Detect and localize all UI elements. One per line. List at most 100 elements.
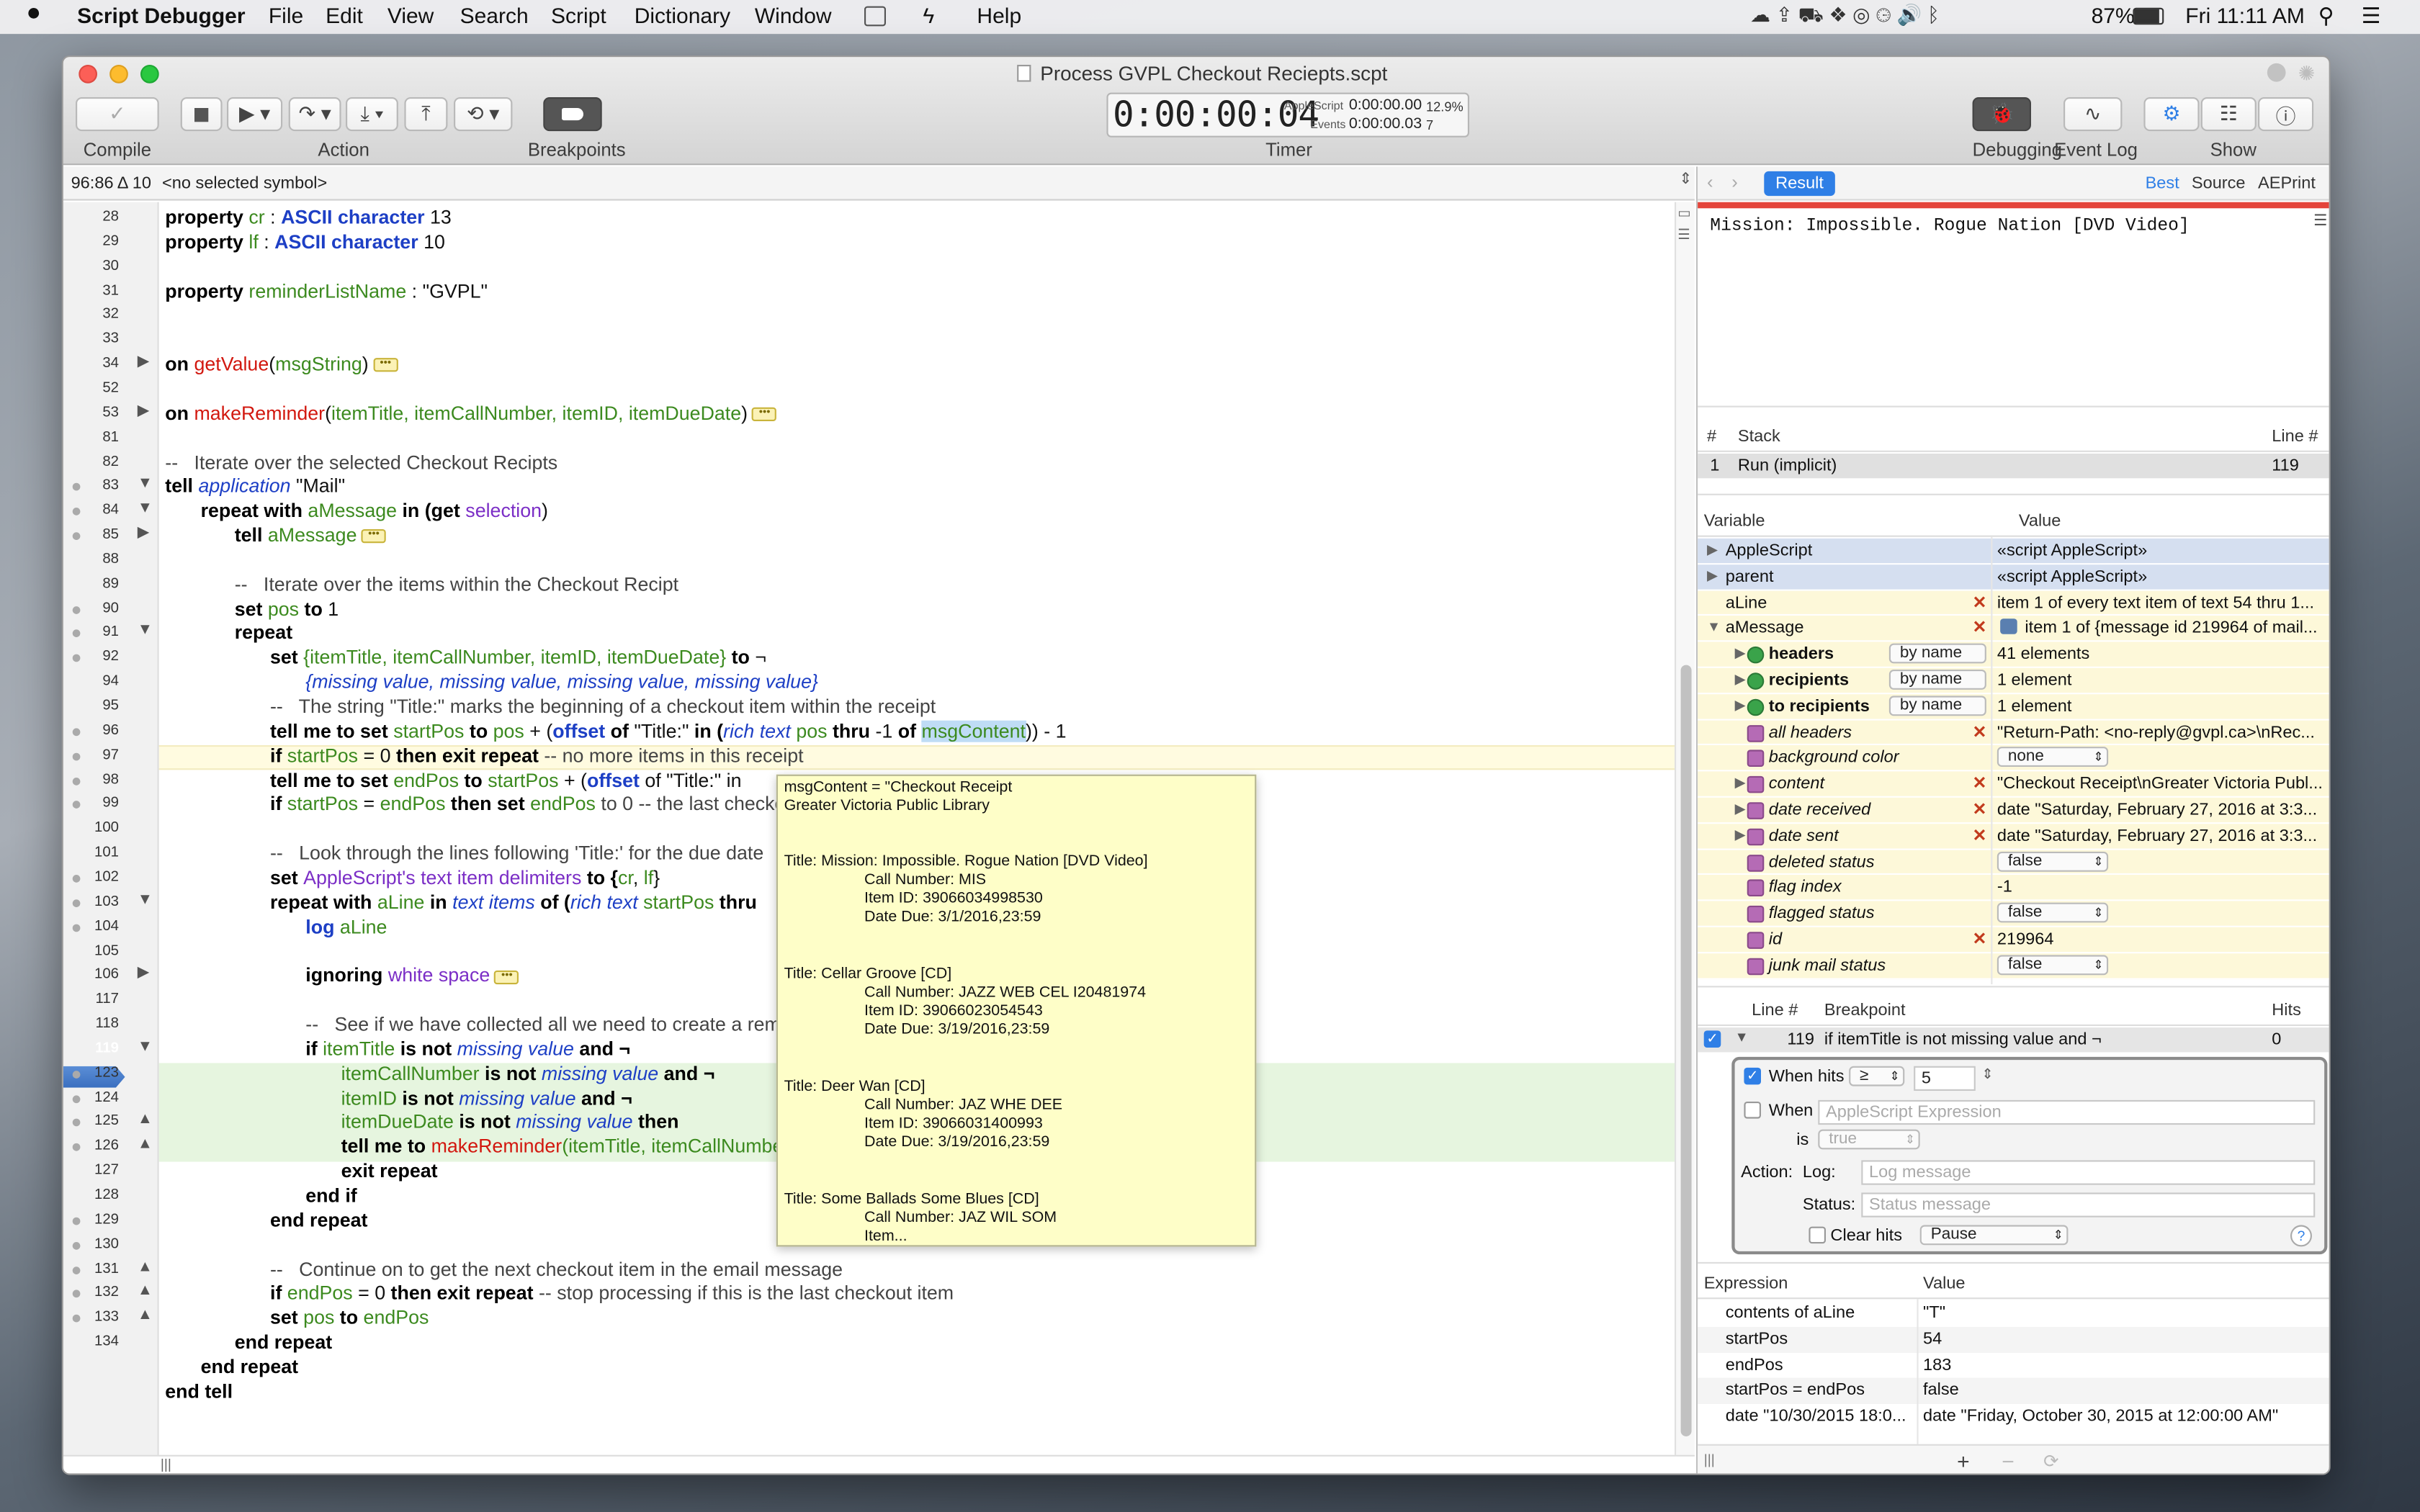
remove-watch-icon[interactable]: ✕ [1973, 825, 1987, 845]
status-message-field[interactable]: Status message [1861, 1192, 2316, 1218]
show-debugger-button[interactable]: ⚙ [2143, 97, 2200, 132]
menu-help[interactable]: Help [977, 3, 1021, 27]
best-tab[interactable]: Best [2146, 174, 2179, 193]
line-number[interactable]: 117 [69, 991, 119, 1008]
disclosure-down-icon[interactable]: ▼ [1735, 1029, 1749, 1044]
stop-button[interactable] [180, 97, 223, 132]
script-menu-icon[interactable] [864, 6, 886, 27]
disclosure-down-icon[interactable]: ▼ [138, 623, 153, 640]
line-number[interactable]: 30 [69, 257, 119, 274]
code-line[interactable]: -- Iterate over the selected Checkout Re… [165, 451, 557, 474]
hits-count-field[interactable]: 5 [1914, 1066, 1976, 1091]
disclosure-up-icon[interactable]: ▲ [138, 1112, 153, 1129]
code-line[interactable]: if endPos = 0 then exit repeat -- stop p… [270, 1283, 954, 1306]
code-line[interactable]: ignoring white space ••• [305, 965, 520, 988]
disclosure-up-icon[interactable]: ▲ [138, 1136, 153, 1153]
line-number[interactable]: 105 [69, 942, 119, 959]
value-select[interactable]: none ⇕ [1996, 747, 2109, 768]
menu-search[interactable]: Search [460, 3, 529, 27]
breakpoint-dot[interactable] [72, 728, 81, 736]
menu-edit[interactable]: Edit [326, 3, 363, 27]
step-into-button[interactable]: ⤓ ▾ [346, 97, 398, 132]
event-log-button[interactable]: ∿ [2063, 97, 2123, 132]
bottom-split-icon[interactable]: ||| [161, 1457, 171, 1472]
code-line[interactable]: log aLine [305, 916, 387, 939]
close-window-button[interactable] [79, 65, 97, 84]
value-select[interactable]: false ⇕ [1996, 902, 2109, 923]
access-mode-select[interactable]: by name [1888, 643, 1986, 664]
scrollbar-thumb[interactable] [1680, 665, 1692, 1436]
disclosure-down-icon[interactable]: ▼ [1707, 619, 1721, 634]
code-line[interactable]: if itemTitle is not missing value and ¬ [305, 1038, 630, 1061]
remove-expression-icon[interactable]: − [2002, 1449, 2015, 1473]
pause-indicator-icon[interactable] [2267, 63, 2286, 82]
compile-button[interactable]: ✓ [76, 97, 159, 132]
line-number-gutter[interactable]: 28 29 30 31 32 33 34 ▶ 52 53 ▶ 81 82 83 ▼ 84 ▼ 85 ▶ 88 89 90 9… [63, 202, 159, 1455]
line-number[interactable]: 33 [69, 330, 119, 348]
line-number[interactable]: 128 [69, 1187, 119, 1204]
code-line[interactable]: property cr : ASCII character 13 [165, 207, 452, 230]
clear-hits-checkbox[interactable] [1809, 1226, 1826, 1244]
code-line[interactable]: exit repeat [341, 1161, 438, 1184]
variable-row[interactable]: ▼ aMessage ✕ item 1 of {message id 219964 o… [1698, 616, 2329, 642]
breakpoint-dot[interactable] [72, 899, 81, 907]
expression-text[interactable]: startPos = endPos [1726, 1382, 1865, 1400]
battery-percent[interactable]: 87% [2092, 3, 2135, 27]
variable-row[interactable]: junk mail status false ⇕ [1698, 953, 2329, 979]
source-tab[interactable]: Source [2192, 174, 2246, 193]
current-line-number[interactable]: 119 [69, 1040, 119, 1057]
variable-row[interactable]: ▶ recipients by name 1 element [1698, 667, 2329, 694]
disclosure-up-icon[interactable]: ▲ [138, 1308, 153, 1325]
variable-row[interactable]: aLine ✕ item 1 of every text item of text … [1698, 590, 2329, 616]
variable-row[interactable]: deleted status false ⇕ [1698, 849, 2329, 876]
log-message-field[interactable]: Log message [1861, 1160, 2316, 1185]
disclosure-down-icon[interactable]: ▼ [138, 1038, 153, 1056]
breakpoint-dot[interactable] [72, 874, 81, 883]
pane-divider[interactable] [1698, 493, 2329, 495]
disclosure-down-icon[interactable]: ▼ [138, 891, 153, 909]
code-line[interactable]: tell me to set endPos to startPos + (off… [270, 769, 742, 792]
code-line[interactable]: -- Look through the lines following 'Tit… [270, 842, 763, 865]
aeprint-tab[interactable]: AEPrint [2258, 174, 2316, 193]
code-line[interactable]: itemID is not missing value and ¬ [341, 1087, 632, 1110]
disclosure-right-icon[interactable]: ▶ [1735, 645, 1746, 662]
back-icon[interactable]: ‹ [1707, 171, 1713, 193]
result-menu-icon[interactable]: ☰ [2313, 213, 2327, 230]
spotlight-icon[interactable]: ⚲ [2318, 3, 2334, 29]
variable-row[interactable]: ▶ date sent ✕ date "Saturday, February 27, … [1698, 823, 2329, 850]
code-line[interactable]: itemCallNumber is not missing value and … [341, 1063, 715, 1086]
remove-watch-icon[interactable]: ✕ [1973, 799, 1987, 819]
code-line[interactable]: set {itemTitle, itemCallNumber, itemID, … [270, 647, 766, 670]
expression-row[interactable]: endPos 183 [1698, 1352, 2329, 1379]
apple-icon[interactable]: ● [26, 0, 41, 28]
pane-divider[interactable] [1698, 986, 2329, 988]
breakpoint-dot[interactable] [72, 752, 81, 760]
disclosure-right-icon[interactable]: ▶ [1735, 775, 1746, 792]
line-number[interactable]: 31 [69, 282, 119, 299]
breakpoint-dot[interactable] [72, 1070, 81, 1079]
step-over-button[interactable]: ↷ ▾ [288, 97, 341, 132]
notification-center-icon[interactable]: ☰ [2362, 3, 2381, 29]
expression-row[interactable]: date "10/30/2015 18:0... date "Friday, Oc… [1698, 1404, 2329, 1431]
disclosure-down-icon[interactable]: ▼ [138, 476, 153, 493]
pause-select[interactable]: Pause ⇕ [1919, 1225, 2069, 1246]
remove-watch-icon[interactable]: ✕ [1973, 618, 1987, 638]
variable-row[interactable]: all headers ✕ "Return-Path: <no-reply@gvpl… [1698, 719, 2329, 746]
list-icon[interactable]: ☰ [1677, 227, 1690, 244]
menu-script[interactable]: Script [551, 3, 606, 27]
line-number[interactable]: 127 [69, 1162, 119, 1179]
editor-scrollbar[interactable]: ▭ ☰ [1675, 202, 1695, 1455]
menu-clock[interactable]: Fri 11:11 AM [2185, 3, 2305, 27]
menu-view[interactable]: View [387, 3, 434, 27]
code-line[interactable]: property lf : ASCII character 10 [165, 231, 445, 254]
disclosure-up-icon[interactable]: ▲ [138, 1259, 153, 1276]
variable-row[interactable]: ▶ to recipients by name 1 element [1698, 693, 2329, 720]
breakpoint-dot[interactable] [72, 1241, 81, 1250]
split-view-icon[interactable]: ▭ [1677, 205, 1690, 222]
variable-row[interactable]: ▶ content ✕ "Checkout Receipt\nGreater Vict… [1698, 771, 2329, 798]
result-tab[interactable]: Result [1764, 171, 1835, 197]
breakpoint-dot[interactable] [72, 532, 81, 541]
code-line[interactable]: -- Iterate over the items within the Che… [235, 574, 678, 597]
remove-watch-icon[interactable]: ✕ [1973, 592, 1987, 612]
line-number[interactable]: 101 [69, 844, 119, 861]
